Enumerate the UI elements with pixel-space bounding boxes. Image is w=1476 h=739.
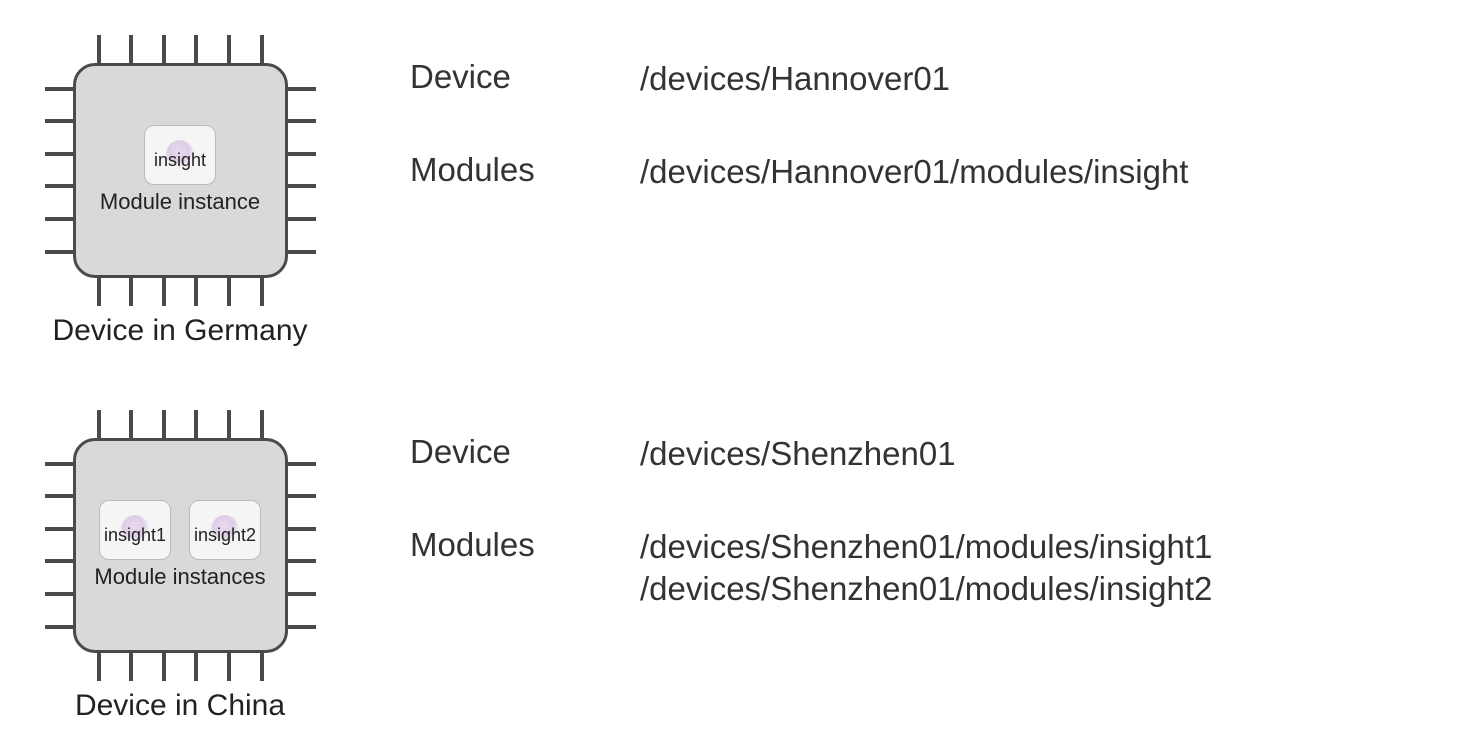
device-path: /devices/Hannover01 (640, 58, 1476, 99)
chip-column: insight1 insight2 Module instances Devic… (0, 395, 360, 723)
info-column: Device /devices/Hannover01 Modules /devi… (360, 20, 1476, 193)
chip-body: insight1 insight2 Module instances (73, 438, 288, 653)
module-row: insight1 insight2 (99, 500, 261, 560)
module-paths: /devices/Shenzhen01/modules/insight1 /de… (640, 526, 1476, 609)
module-name: insight1 (104, 525, 166, 546)
module-tile-insight1: insight1 (99, 500, 171, 560)
modules-label: Modules (410, 151, 610, 192)
module-name: insight2 (194, 525, 256, 546)
modules-label: Modules (410, 526, 610, 609)
module-tile-insight2: insight2 (189, 500, 261, 560)
module-name: insight (154, 150, 206, 171)
device-label: Device (410, 433, 610, 474)
module-caption: Module instances (94, 564, 265, 590)
device-row-china: insight1 insight2 Module instances Devic… (0, 395, 1476, 723)
chip-column: insight Module instance Device in German… (0, 20, 360, 348)
info-table: Device /devices/Shenzhen01 Modules /devi… (410, 433, 1476, 609)
module-paths: /devices/Hannover01/modules/insight (640, 151, 1476, 192)
device-row-germany: insight Module instance Device in German… (0, 20, 1476, 348)
module-tile-insight: insight (144, 125, 216, 185)
chip-body: insight Module instance (73, 63, 288, 278)
module-caption: Module instance (100, 189, 260, 215)
device-path: /devices/Shenzhen01 (640, 433, 1476, 474)
module-row: insight (144, 125, 216, 185)
info-column: Device /devices/Shenzhen01 Modules /devi… (360, 395, 1476, 609)
chip-icon: insight1 insight2 Module instances (30, 395, 330, 695)
device-label: Device (410, 58, 610, 99)
info-table: Device /devices/Hannover01 Modules /devi… (410, 58, 1476, 193)
chip-icon: insight Module instance (30, 20, 330, 320)
